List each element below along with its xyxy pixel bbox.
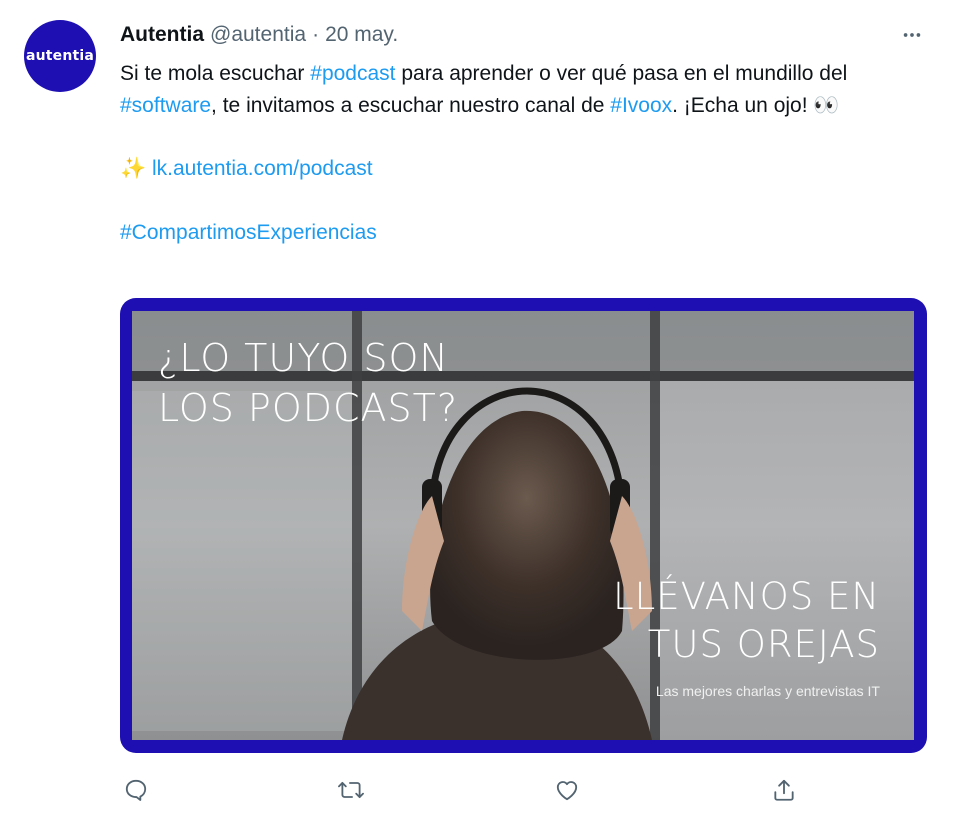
like-button[interactable]: [549, 772, 585, 808]
headline-line: LOS PODCAST?: [158, 386, 459, 430]
tweet-date[interactable]: 20 may.: [325, 23, 398, 47]
hashtag-software[interactable]: #software: [120, 94, 211, 117]
tweet-hashtag-line: #CompartimosExperiencias: [120, 217, 920, 249]
retweet-icon: [338, 781, 364, 799]
more-button[interactable]: [894, 18, 930, 52]
podcast-link[interactable]: lk.autentia.com/podcast: [152, 157, 373, 180]
tweet: autentia Autentia @autentia · 20 may. Si…: [0, 0, 954, 824]
media-headline-bottom: LLÉVANOS EN TUS OREJAS: [613, 573, 880, 669]
headline-line: ¿LO TUYO SON: [158, 336, 449, 380]
tweet-text: Si te mola escuchar #podcast para aprend…: [120, 58, 920, 248]
avatar[interactable]: autentia: [24, 20, 96, 92]
hashtag-compartimos-experiencias[interactable]: #CompartimosExperiencias: [120, 221, 377, 244]
separator-dot: ·: [312, 23, 320, 46]
like-icon: [556, 781, 578, 801]
author-handle[interactable]: @autentia: [210, 23, 306, 47]
hashtag-ivoox[interactable]: #Ivoox: [610, 94, 672, 117]
media-subtitle: Las mejores charlas y entrevistas IT: [655, 683, 880, 699]
media-image[interactable]: ¿LO TUYO SON LOS PODCAST? LLÉVANOS EN TU…: [132, 311, 914, 740]
text-segment: Si te mola escuchar: [120, 62, 311, 85]
hashtag-podcast[interactable]: #podcast: [310, 62, 395, 85]
retweet-button[interactable]: [333, 772, 369, 808]
text-segment: , te invitamos a escuchar nuestro canal …: [211, 93, 611, 117]
tweet-header: Autentia @autentia · 20 may.: [120, 22, 930, 48]
text-segment: para aprender o ver qué pasa en el mundi…: [395, 62, 848, 85]
sparkles-icon: ✨: [120, 157, 147, 180]
headline-line: TUS OREJAS: [647, 623, 880, 666]
tweet-media[interactable]: ¿LO TUYO SON LOS PODCAST? LLÉVANOS EN TU…: [120, 298, 927, 753]
avatar-logo: autentia: [25, 48, 95, 64]
share-icon: [774, 779, 794, 801]
reply-icon: [125, 779, 147, 801]
more-horizontal-icon: [903, 33, 921, 37]
tweet-link-line: ✨ lk.autentia.com/podcast: [120, 153, 920, 185]
text-segment: . ¡Echa un ojo! 👀: [672, 93, 840, 117]
share-button[interactable]: [766, 772, 802, 808]
reply-button[interactable]: [118, 772, 154, 808]
tweet-actions: [120, 772, 930, 808]
media-headline-top: ¿LO TUYO SON LOS PODCAST?: [158, 333, 458, 433]
headline-line: LLÉVANOS EN: [613, 575, 880, 618]
tweet-paragraph: Si te mola escuchar #podcast para aprend…: [120, 58, 920, 121]
author-name[interactable]: Autentia: [120, 23, 204, 47]
